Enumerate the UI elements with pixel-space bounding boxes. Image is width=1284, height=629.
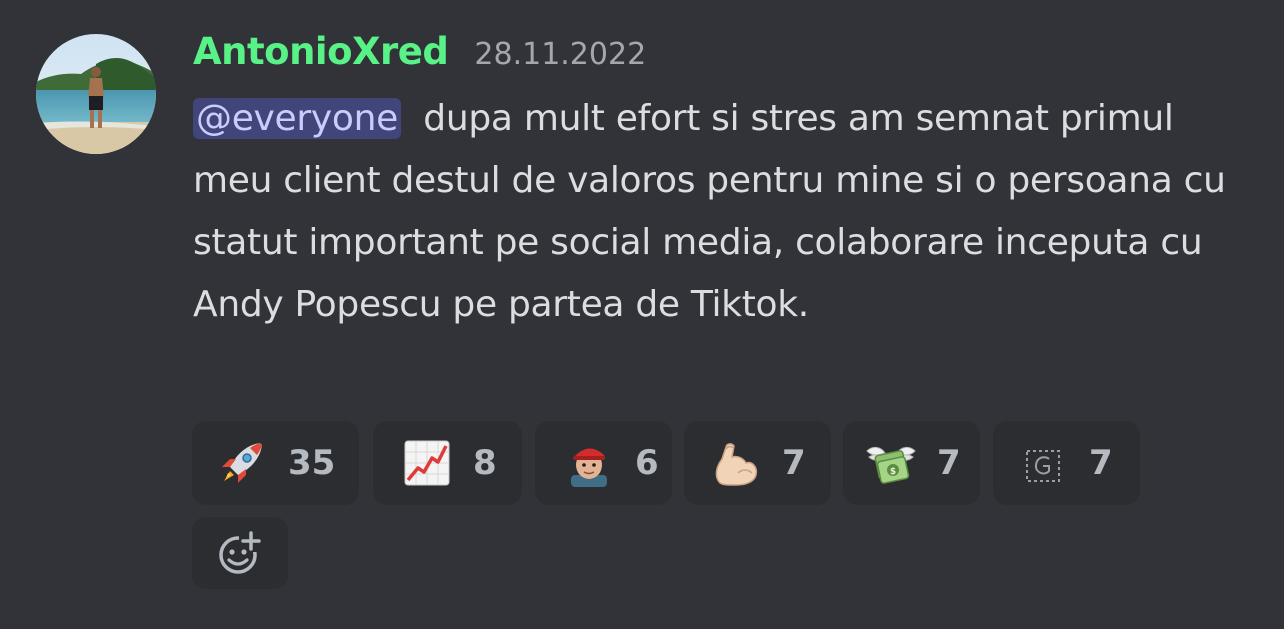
reaction-count: 6: [635, 443, 659, 483]
add-reaction-button[interactable]: [192, 517, 288, 589]
reaction-custom-g[interactable]: 7: [993, 421, 1140, 505]
add-reaction-icon: [219, 530, 263, 574]
money-with-wings-icon: $: [863, 435, 919, 491]
timestamp[interactable]: 28.11.2022: [474, 37, 646, 72]
user-avatar[interactable]: [36, 34, 156, 154]
username[interactable]: AntonioXred: [193, 30, 449, 73]
reaction-chart-increasing[interactable]: 8: [373, 421, 522, 505]
chat-message: AntonioXred 28.11.2022 @everyone dupa mu…: [0, 0, 1284, 629]
svg-text:$: $: [890, 467, 896, 477]
mention-everyone[interactable]: @everyone: [193, 98, 401, 139]
custom-g-emoji: [1015, 435, 1071, 491]
custom-face-emoji: [561, 435, 617, 491]
reaction-count: 35: [288, 443, 336, 483]
reaction-count: 7: [1089, 443, 1113, 483]
reaction-count: 7: [937, 443, 961, 483]
reaction-money-with-wings[interactable]: $ 7: [843, 421, 980, 505]
chart-increasing-icon: [399, 435, 455, 491]
rocket-icon: [214, 435, 270, 491]
reaction-rocket[interactable]: 35: [192, 421, 359, 505]
message-content: @everyone dupa mult efort si stres am se…: [193, 88, 1253, 336]
reaction-count: 7: [782, 443, 806, 483]
message-header: AntonioXred 28.11.2022: [193, 30, 646, 82]
reaction-custom-face[interactable]: 6: [535, 421, 672, 505]
reaction-count: 8: [473, 443, 497, 483]
flexed-biceps-icon: [708, 435, 764, 491]
reaction-flexed-biceps[interactable]: 7: [684, 421, 831, 505]
